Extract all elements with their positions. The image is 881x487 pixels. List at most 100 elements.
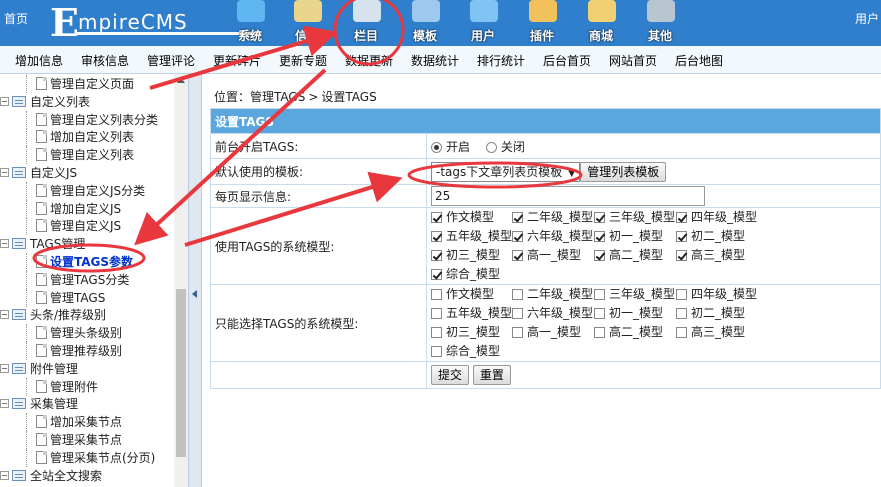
sidebar-item[interactable]: 管理自定义列表分类 (0, 110, 175, 129)
subnav-item[interactable]: 排行统计 (477, 52, 525, 69)
use-model-checkbox-item[interactable]: 六年级_模型 (512, 227, 593, 246)
use-model-checkbox-item[interactable]: 初三_模型 (431, 246, 500, 265)
enable-on-radio[interactable] (431, 141, 442, 153)
subnav-item[interactable]: 更新碎片 (213, 52, 261, 69)
use-model-checkbox-item[interactable]: 四年级_模型 (676, 208, 757, 227)
collapse-toggle-icon[interactable]: − (0, 399, 9, 409)
sidebar-item[interactable]: 管理附件 (0, 377, 175, 396)
use-model-checkbox-item[interactable]: 综合_模型 (431, 265, 500, 284)
use-model-checkbox-item[interactable]: 二年级_模型 (512, 208, 593, 227)
reset-button[interactable]: 重置 (472, 365, 511, 385)
subnav-item[interactable]: 审核信息 (81, 52, 129, 69)
only-model-checkbox-item[interactable]: 高三_模型 (676, 323, 745, 342)
top-nav-globe[interactable]: 系统 (225, 0, 275, 46)
sidebar-item[interactable]: 管理自定义页面 (0, 75, 175, 93)
checkbox[interactable] (676, 327, 687, 338)
only-model-checkbox-item[interactable]: 初三_模型 (431, 323, 500, 342)
checkbox[interactable] (431, 308, 442, 319)
checkbox[interactable] (594, 308, 605, 319)
checkbox[interactable] (431, 346, 442, 357)
sidebar-category[interactable]: − 头条/推荐级别 (0, 306, 175, 324)
top-nav-user[interactable]: 用户 (458, 0, 508, 46)
checkbox[interactable] (512, 289, 523, 300)
sidebar-item[interactable]: 增加自定义JS (0, 199, 175, 218)
subnav-item[interactable]: 后台首页 (543, 52, 591, 69)
only-model-checkbox-item[interactable]: 六年级_模型 (512, 304, 593, 323)
checkbox[interactable] (676, 289, 687, 300)
checkbox[interactable] (431, 327, 442, 338)
subnav-item[interactable]: 后台地图 (675, 52, 723, 69)
manage-list-template-button[interactable]: 管理列表模板 (580, 161, 667, 182)
only-model-checkbox-item[interactable]: 五年级_模型 (431, 304, 512, 323)
checkbox[interactable] (431, 231, 442, 242)
collapse-toggle-icon[interactable]: − (0, 96, 9, 106)
sidebar-item[interactable]: 管理自定义JS分类 (0, 181, 175, 200)
sidebar-item[interactable]: 管理TAGS (0, 288, 175, 307)
sidebar-category[interactable]: − 采集管理 (0, 395, 175, 413)
sidebar-category[interactable]: − TAGS管理 (0, 235, 175, 253)
sidebar-item[interactable]: 管理自定义列表 (0, 146, 175, 165)
home-link[interactable]: 首页 (4, 10, 28, 27)
sidebar-item[interactable]: 管理采集节点(分页) (0, 448, 175, 467)
checkbox[interactable] (594, 231, 605, 242)
sidebar-item[interactable]: 管理头条级别 (0, 324, 175, 343)
collapse-toggle-icon[interactable]: − (0, 470, 9, 480)
sidebar-item[interactable]: 管理自定义JS (0, 217, 175, 236)
top-nav-folder[interactable]: 栏目 (341, 0, 391, 46)
only-model-checkbox-item[interactable]: 综合_模型 (431, 342, 500, 361)
only-model-checkbox-item[interactable]: 高二_模型 (594, 323, 663, 342)
scrollbar-thumb[interactable] (176, 289, 186, 457)
checkbox[interactable] (594, 250, 605, 261)
sidebar-category[interactable]: − 自定义JS (0, 164, 175, 182)
checkbox[interactable] (431, 212, 442, 223)
checkbox[interactable] (512, 212, 523, 223)
top-nav-plugin[interactable]: 插件 (517, 0, 567, 46)
subnav-item[interactable]: 数据更新 (345, 52, 393, 69)
checkbox[interactable] (512, 327, 523, 338)
only-model-checkbox-item[interactable]: 三年级_模型 (594, 285, 675, 304)
sidebar-item[interactable]: 管理采集节点 (0, 431, 175, 449)
checkbox[interactable] (431, 250, 442, 261)
use-model-checkbox-item[interactable]: 高一_模型 (512, 246, 581, 265)
only-model-checkbox-item[interactable]: 二年级_模型 (512, 285, 593, 304)
collapse-toggle-icon[interactable]: − (0, 168, 9, 177)
sidebar-category[interactable]: − 附件管理 (0, 360, 175, 378)
sidebar-item[interactable]: 设置TAGS参数 (0, 253, 175, 271)
enable-off-radio[interactable] (485, 141, 497, 153)
top-nav-notepad[interactable]: 信息 (282, 0, 332, 46)
template-select[interactable]: -tags下文章列表页模板 ▼ (431, 161, 581, 182)
sidebar-toggle[interactable] (188, 74, 202, 487)
only-model-checkbox-item[interactable]: 高一_模型 (512, 323, 581, 342)
checkbox[interactable] (676, 308, 687, 319)
subnav-item[interactable]: 管理评论 (147, 52, 195, 69)
scroll-up-icon[interactable] (177, 78, 185, 83)
subnav-item[interactable]: 增加信息 (15, 52, 63, 69)
use-model-checkbox-item[interactable]: 初一_模型 (594, 227, 663, 246)
checkbox[interactable] (512, 231, 523, 242)
per-page-input[interactable]: 25 (431, 186, 705, 206)
sidebar-category[interactable]: − 自定义列表 (0, 93, 175, 111)
collapse-toggle-icon[interactable]: − (0, 239, 9, 249)
checkbox[interactable] (512, 308, 523, 319)
sidebar-category[interactable]: − 全站全文搜索 (0, 467, 175, 485)
top-nav-template[interactable]: 模板 (400, 0, 450, 46)
use-model-checkbox-item[interactable]: 五年级_模型 (431, 227, 512, 246)
submit-button[interactable]: 提交 (431, 365, 470, 385)
checkbox[interactable] (676, 250, 687, 261)
checkbox[interactable] (431, 269, 442, 280)
breadcrumb-item-manage-tags[interactable]: 管理TAGS (250, 90, 305, 104)
collapse-left-icon[interactable] (192, 290, 197, 298)
enable-off-label[interactable]: 关闭 (501, 140, 525, 154)
collapse-toggle-icon[interactable]: − (0, 310, 9, 320)
sidebar-item[interactable]: 增加采集节点 (0, 413, 175, 432)
checkbox[interactable] (431, 289, 442, 300)
top-nav-gear[interactable]: 其他 (635, 0, 685, 46)
only-model-checkbox-item[interactable]: 四年级_模型 (676, 285, 757, 304)
enable-on-label[interactable]: 开启 (446, 140, 470, 154)
only-model-checkbox-item[interactable]: 初二_模型 (676, 304, 745, 323)
sidebar-scrollbar[interactable] (174, 74, 188, 487)
subnav-item[interactable]: 数据统计 (411, 52, 459, 69)
sidebar-item[interactable]: 增加自定义列表 (0, 128, 175, 147)
use-model-checkbox-item[interactable]: 作文模型 (431, 208, 494, 227)
only-model-checkbox-item[interactable]: 初一_模型 (594, 304, 663, 323)
